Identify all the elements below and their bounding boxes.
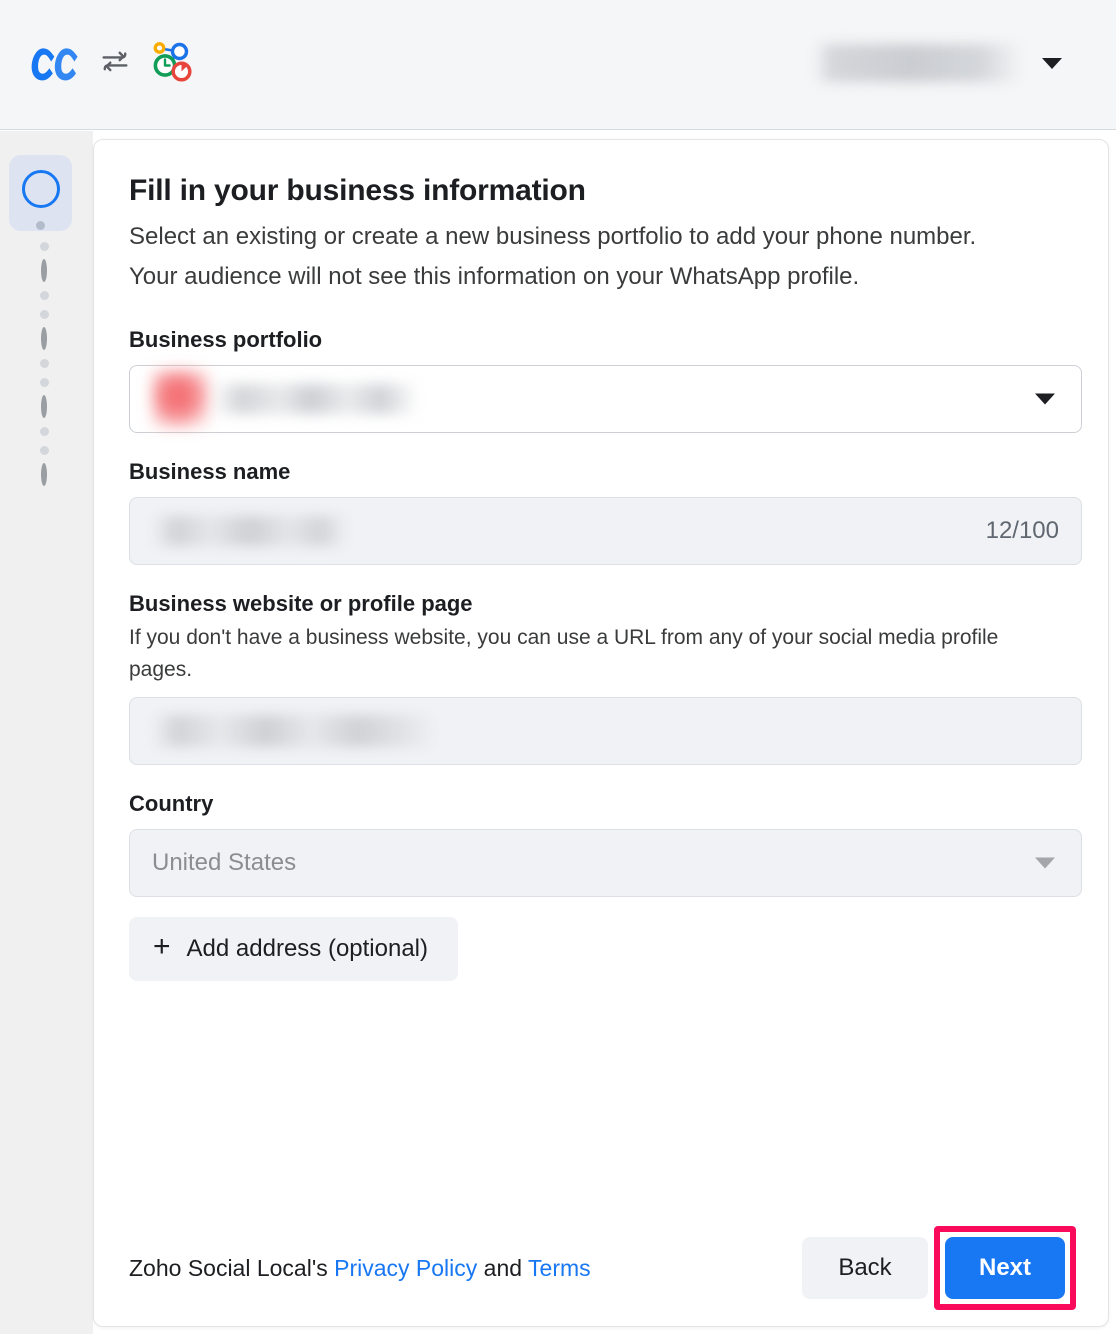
business-portfolio-label: Business portfolio <box>129 327 1084 353</box>
card-body: Fill in your business information Select… <box>129 174 1084 981</box>
business-name-value-redacted <box>152 516 348 546</box>
field-business-website: Business website or profile page If you … <box>129 591 1084 765</box>
add-address-button[interactable]: + Add address (optional) <box>129 917 458 981</box>
business-website-label: Business website or profile page <box>129 591 1084 617</box>
stepper-step-1[interactable] <box>9 155 72 231</box>
stepper-connector-3 <box>40 348 49 387</box>
top-bar <box>0 0 1116 130</box>
page-title: Fill in your business information <box>129 174 1084 209</box>
business-portfolio-select[interactable] <box>129 365 1082 433</box>
business-name-input[interactable]: 12/100 <box>129 497 1082 565</box>
stepper-step-3[interactable] <box>41 330 47 348</box>
field-business-name: Business name 12/100 <box>129 459 1084 565</box>
stepper-dot <box>36 221 45 230</box>
back-button[interactable]: Back <box>802 1237 928 1299</box>
chevron-down-icon[interactable] <box>1042 58 1062 69</box>
business-name-label: Business name <box>129 459 1084 485</box>
business-website-input[interactable] <box>129 697 1082 765</box>
stepper-step-2[interactable] <box>41 262 47 280</box>
stepper-rail <box>0 131 93 1334</box>
stepper-dot <box>40 310 49 319</box>
step-circle-icon <box>41 395 47 418</box>
field-country: Country United States <box>129 791 1084 897</box>
stepper-dot <box>40 242 49 251</box>
legal-text: Zoho Social Local's Privacy Policy and T… <box>129 1255 591 1282</box>
step-circle-icon <box>41 327 47 350</box>
zoho-social-icon <box>146 36 194 86</box>
stepper-dot <box>40 359 49 368</box>
business-portfolio-name-redacted <box>212 384 418 414</box>
account-menu[interactable] <box>814 44 1062 82</box>
step-circle-active-icon <box>22 170 60 208</box>
stepper-step-5[interactable] <box>41 466 47 484</box>
stepper-dot <box>40 378 49 387</box>
card-footer: Zoho Social Local's Privacy Policy and T… <box>94 1210 1109 1326</box>
next-button-highlight-annotation: Next <box>934 1226 1076 1310</box>
country-selected-value: United States <box>152 849 296 877</box>
chevron-down-icon[interactable] <box>1035 858 1055 869</box>
country-label: Country <box>129 791 1084 817</box>
avatar <box>152 370 210 428</box>
meta-logo-icon <box>26 41 84 81</box>
step-circle-icon <box>41 463 47 486</box>
chevron-down-icon[interactable] <box>1035 394 1055 405</box>
stepper-connector-2 <box>40 280 49 319</box>
page-subtitle: Select an existing or create a new busin… <box>129 217 1019 298</box>
privacy-policy-link[interactable]: Privacy Policy <box>334 1255 477 1281</box>
add-address-label: Add address (optional) <box>187 935 428 963</box>
next-button[interactable]: Next <box>945 1237 1065 1299</box>
stepper-dot <box>40 446 49 455</box>
business-name-char-counter: 12/100 <box>986 517 1059 545</box>
business-portfolio-value <box>152 370 418 428</box>
terms-link[interactable]: Terms <box>528 1255 591 1281</box>
legal-prefix: Zoho Social Local's <box>129 1255 334 1281</box>
footer-actions: Back Next <box>802 1226 1076 1310</box>
account-name-redacted <box>814 44 1022 82</box>
stepper-dot <box>40 427 49 436</box>
sync-arrows-icon <box>98 44 132 78</box>
field-business-portfolio: Business portfolio <box>129 327 1084 433</box>
stepper-dot <box>40 291 49 300</box>
plus-icon: + <box>153 932 171 962</box>
stepper-connector-4 <box>40 416 49 455</box>
step-circle-icon <box>41 259 47 282</box>
business-info-card: Fill in your business information Select… <box>93 139 1109 1327</box>
stepper-step-4[interactable] <box>41 398 47 416</box>
business-website-value-redacted <box>152 715 437 747</box>
business-website-help-text: If you don't have a business website, yo… <box>129 622 1044 685</box>
country-select[interactable]: United States <box>129 829 1082 897</box>
legal-conjunction: and <box>477 1255 528 1281</box>
stepper-connector-1 <box>40 231 49 251</box>
brand-icon-group <box>26 36 194 86</box>
